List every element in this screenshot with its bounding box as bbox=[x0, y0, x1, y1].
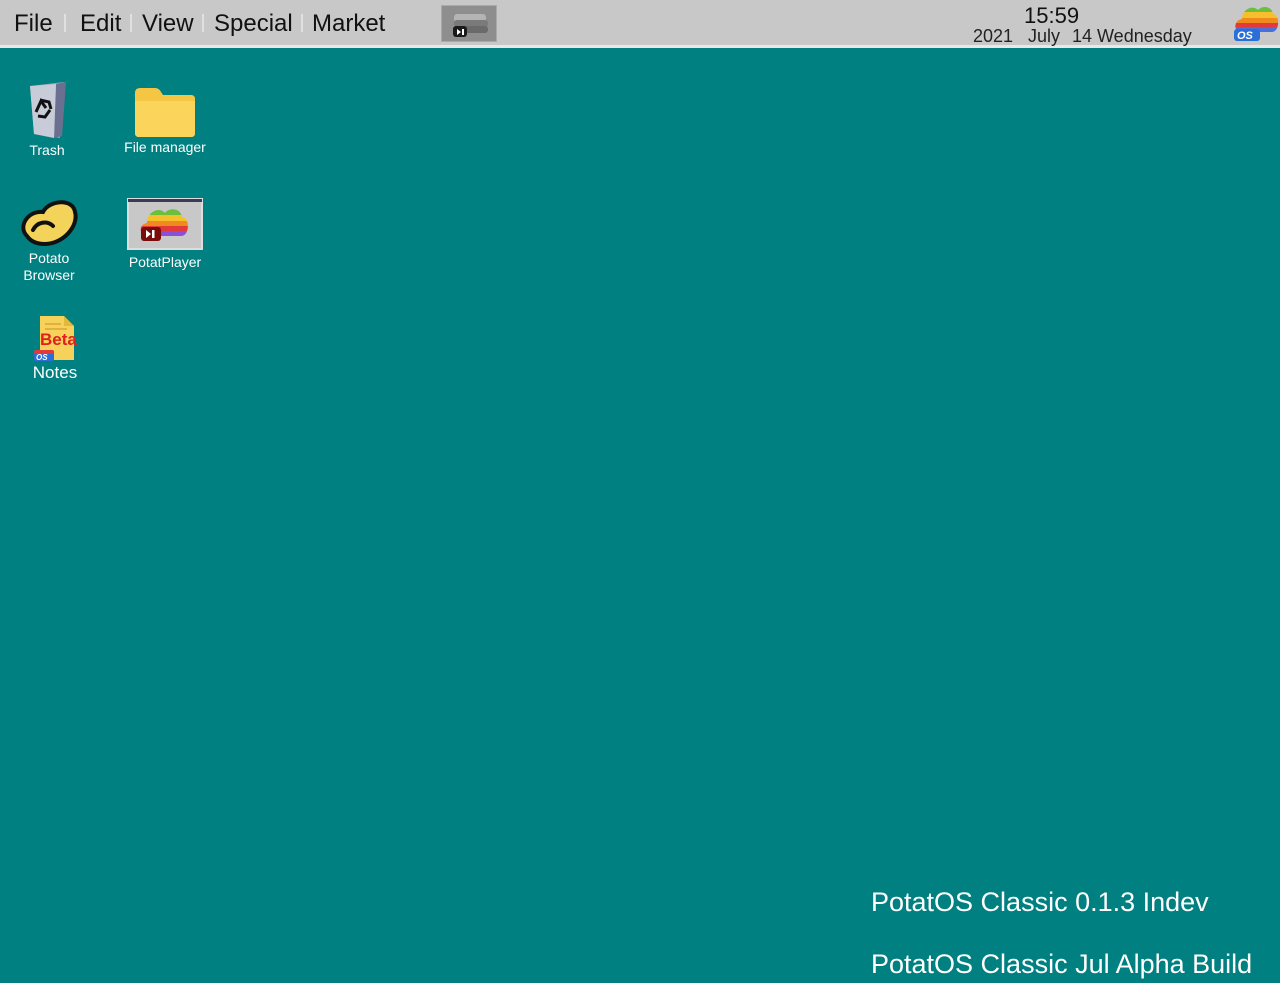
trash-icon bbox=[30, 82, 66, 138]
potatplayer-tray-icon[interactable] bbox=[441, 5, 497, 42]
beta-badge: Beta bbox=[40, 330, 77, 349]
menu-edit[interactable]: Edit bbox=[80, 10, 121, 38]
svg-text:OS: OS bbox=[1237, 30, 1254, 42]
potatos-logo-icon[interactable]: OS bbox=[1232, 2, 1280, 44]
desktop-icon-label: PotatPlayer bbox=[128, 254, 202, 270]
potato-browser-icon bbox=[21, 200, 78, 247]
menu-separator bbox=[301, 14, 303, 32]
clock-month: July bbox=[1028, 26, 1061, 46]
desktop-icon-label: Notes bbox=[32, 363, 78, 382]
menu-separator bbox=[130, 14, 132, 32]
desktop-icon-label: Trash bbox=[29, 142, 65, 158]
version-label: PotatOS Classic 0.1.3 Indev bbox=[871, 887, 1209, 917]
build-label: PotatOS Classic Jul Alpha Build bbox=[871, 949, 1253, 979]
desktop-icon-file-manager[interactable]: File manager bbox=[113, 85, 217, 156]
desktop-icon-label: File manager bbox=[124, 139, 206, 155]
menu-bar: File Edit View Special Market 15:59 2021… bbox=[0, 0, 1280, 48]
desktop-icon-potato-browser[interactable]: Potato Browser bbox=[16, 196, 82, 284]
potatplayer-icon bbox=[127, 198, 203, 250]
desktop-icon-potatplayer[interactable]: PotatPlayer bbox=[118, 198, 212, 271]
menu-special[interactable]: Special bbox=[214, 10, 293, 38]
desktop-icon-notes[interactable]: Beta OS Notes bbox=[22, 314, 88, 384]
menu-file[interactable]: File bbox=[14, 10, 53, 38]
menu-view[interactable]: View bbox=[142, 10, 194, 38]
folder-icon bbox=[135, 88, 195, 137]
menu-separator bbox=[64, 14, 66, 32]
notes-icon: Beta OS bbox=[34, 316, 77, 362]
desktop-icon-label: Potato Browser bbox=[23, 250, 75, 283]
svg-text:OS: OS bbox=[36, 353, 48, 362]
menu-separator bbox=[202, 14, 204, 32]
desktop-icon-trash[interactable]: Trash bbox=[14, 80, 80, 159]
menu-market[interactable]: Market bbox=[312, 10, 385, 38]
clock-year: 2021 bbox=[973, 26, 1014, 46]
clock-day: 14 Wednesday bbox=[1072, 26, 1192, 46]
